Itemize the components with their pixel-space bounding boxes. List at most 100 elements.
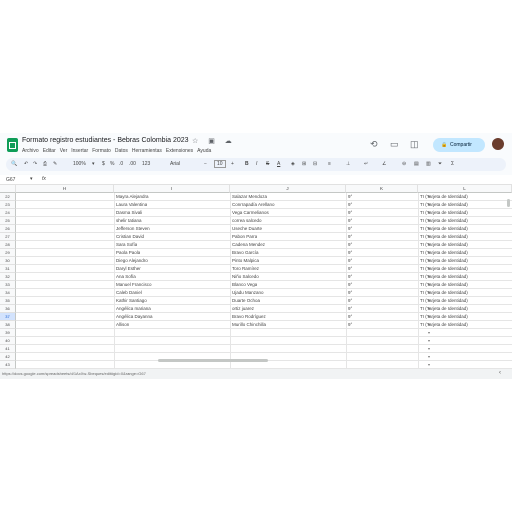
bold-button[interactable]: B — [245, 161, 249, 167]
chevron-down-icon[interactable]: ▾ — [428, 313, 430, 320]
row-header[interactable]: 30 — [0, 257, 16, 265]
chevron-down-icon[interactable]: ▾ — [428, 225, 430, 232]
menu-item-ayuda[interactable]: Ayuda — [197, 148, 211, 154]
cell-first-name[interactable]: Diego Alejandro — [116, 257, 148, 264]
text-rotation-icon[interactable]: ∠ — [382, 161, 386, 167]
row-header[interactable]: 29 — [0, 249, 16, 257]
cell-surname[interactable]: Blanco Vega — [232, 281, 257, 288]
cell-grade[interactable]: 9° — [348, 209, 352, 216]
cell-grade[interactable]: 9° — [348, 225, 352, 232]
chevron-down-icon[interactable]: ▾ — [428, 265, 430, 272]
cell-grade[interactable]: 9° — [348, 313, 352, 320]
cell-first-name[interactable]: Angélica Dayanna — [116, 313, 153, 320]
chevron-down-icon[interactable]: ▾ — [428, 201, 430, 208]
row-header[interactable]: 36 — [0, 305, 16, 313]
zoom-select[interactable]: 100% — [73, 161, 86, 167]
chevron-down-icon[interactable]: ▾ — [428, 297, 430, 304]
column-header-i[interactable]: I — [114, 185, 230, 193]
cell-first-name[interactable]: Angélica mariana — [116, 305, 151, 312]
column-header-l[interactable]: L — [418, 185, 512, 193]
italic-button[interactable]: I — [256, 161, 257, 167]
chevron-down-icon[interactable]: ▾ — [428, 305, 430, 312]
menu-item-ver[interactable]: Ver — [60, 148, 68, 154]
cell-surname[interactable]: Salazar Mendoza — [232, 193, 267, 200]
print-icon[interactable]: ⎙ — [43, 161, 47, 167]
cell-surname[interactable]: Cadena Mendez — [232, 241, 265, 248]
cell-grade[interactable]: 9° — [348, 289, 352, 296]
chevron-down-icon[interactable]: ▾ — [428, 353, 430, 360]
redo-icon[interactable]: ↷ — [33, 161, 37, 167]
fill-color-icon[interactable]: ◈ — [291, 161, 295, 167]
chevron-down-icon[interactable]: ▾ — [428, 209, 430, 216]
vertical-scrollbar[interactable] — [507, 199, 510, 207]
cell-grade[interactable]: 9° — [348, 217, 352, 224]
chevron-down-icon[interactable]: ▾ — [428, 233, 430, 240]
cell-grade[interactable]: 9° — [348, 297, 352, 304]
cell-first-name[interactable]: Paola Paola — [116, 249, 140, 256]
cell-grade[interactable]: 9° — [348, 241, 352, 248]
menu-item-extensiones[interactable]: Extensiones — [166, 148, 193, 154]
row-header[interactable]: 27 — [0, 233, 16, 241]
chevron-left-icon[interactable]: ‹ — [499, 370, 501, 376]
menu-item-herramientas[interactable]: Herramientas — [132, 148, 162, 154]
chevron-down-icon[interactable]: ▾ — [428, 361, 430, 368]
insert-comment-icon[interactable]: ▤ — [414, 161, 419, 167]
cell-surname[interactable]: Duarte Ochoa — [232, 297, 260, 304]
cell-first-name[interactable]: Kathir Santiago — [116, 297, 147, 304]
share-button[interactable]: 🔒 Compartir — [433, 138, 485, 152]
chevron-down-icon[interactable]: ▾ — [30, 176, 33, 182]
cell-grade[interactable]: 9° — [348, 249, 352, 256]
increase-decimal-button[interactable]: .00 — [129, 161, 136, 167]
cell-first-name[interactable]: shelir tatiana — [116, 217, 142, 224]
functions-icon[interactable]: Σ — [451, 161, 454, 167]
decrease-decimal-button[interactable]: .0 — [119, 161, 123, 167]
star-move-cloud-icons[interactable]: ☆ ▣ ☁ — [192, 137, 236, 145]
cell-grade[interactable]: 9° — [348, 193, 352, 200]
cell-surname[interactable]: Bravo García — [232, 249, 259, 256]
column-header-j[interactable]: J — [230, 185, 346, 193]
chevron-down-icon[interactable]: ▾ — [92, 161, 95, 167]
sheet-grid[interactable]: H I J K L 22 Mayra Alejandra Salazar Mendo… — [0, 185, 512, 369]
insert-link-icon[interactable]: ⊖ — [402, 161, 406, 167]
row-header[interactable]: 41 — [0, 345, 16, 353]
cell-surname[interactable]: Ujadu Manzano — [232, 289, 264, 296]
cell-grade[interactable]: 9° — [348, 265, 352, 272]
menu-item-archivo[interactable]: Archivo — [22, 148, 39, 154]
cell-grade[interactable]: 9° — [348, 273, 352, 280]
menu-item-insertar[interactable]: Insertar — [71, 148, 88, 154]
cell-surname[interactable]: correa salcedo — [232, 217, 262, 224]
chevron-down-icon[interactable]: ▾ — [428, 249, 430, 256]
undo-icon[interactable]: ↶ — [24, 161, 28, 167]
cell-grade[interactable]: 9° — [348, 305, 352, 312]
chevron-down-icon[interactable]: ▾ — [428, 337, 430, 344]
cell-surname[interactable]: Useche Duarte — [232, 225, 262, 232]
video-call-icon[interactable]: ◫ — [410, 139, 419, 150]
percent-format-button[interactable]: % — [110, 161, 114, 167]
font-size-decrease-button[interactable]: − — [204, 161, 207, 167]
row-header[interactable]: 42 — [0, 353, 16, 361]
insert-chart-icon[interactable]: ▥ — [426, 161, 431, 167]
row-header[interactable]: 33 — [0, 281, 16, 289]
cell-first-name[interactable]: Mayra Alejandra — [116, 193, 149, 200]
cell-surname[interactable]: Pinto Malpica — [232, 257, 259, 264]
font-size-input[interactable]: 10 — [214, 160, 226, 168]
font-select[interactable]: Arial — [170, 161, 180, 167]
column-header-k[interactable]: K — [346, 185, 418, 193]
name-box[interactable]: G67 — [6, 177, 15, 183]
horizontal-align-icon[interactable]: ≡ — [328, 161, 331, 167]
chevron-down-icon[interactable]: ▾ — [428, 273, 430, 280]
filter-icon[interactable]: ⏷ — [438, 161, 442, 167]
cell-grade[interactable]: 9° — [348, 233, 352, 240]
chevron-down-icon[interactable]: ▾ — [428, 289, 430, 296]
chevron-down-icon[interactable]: ▾ — [428, 257, 430, 264]
cell-surname[interactable]: Bravo Rodríguez — [232, 313, 266, 320]
row-header[interactable]: 39 — [0, 329, 16, 337]
row-header[interactable]: 24 — [0, 209, 16, 217]
menu-item-editar[interactable]: Editar — [43, 148, 56, 154]
row-header[interactable]: 34 — [0, 289, 16, 297]
sheets-logo-icon[interactable] — [7, 138, 18, 152]
row-header[interactable]: 43 — [0, 361, 16, 369]
chevron-down-icon[interactable]: ▾ — [428, 281, 430, 288]
row-header[interactable]: 22 — [0, 193, 16, 201]
row-header[interactable]: 37 — [0, 313, 16, 321]
